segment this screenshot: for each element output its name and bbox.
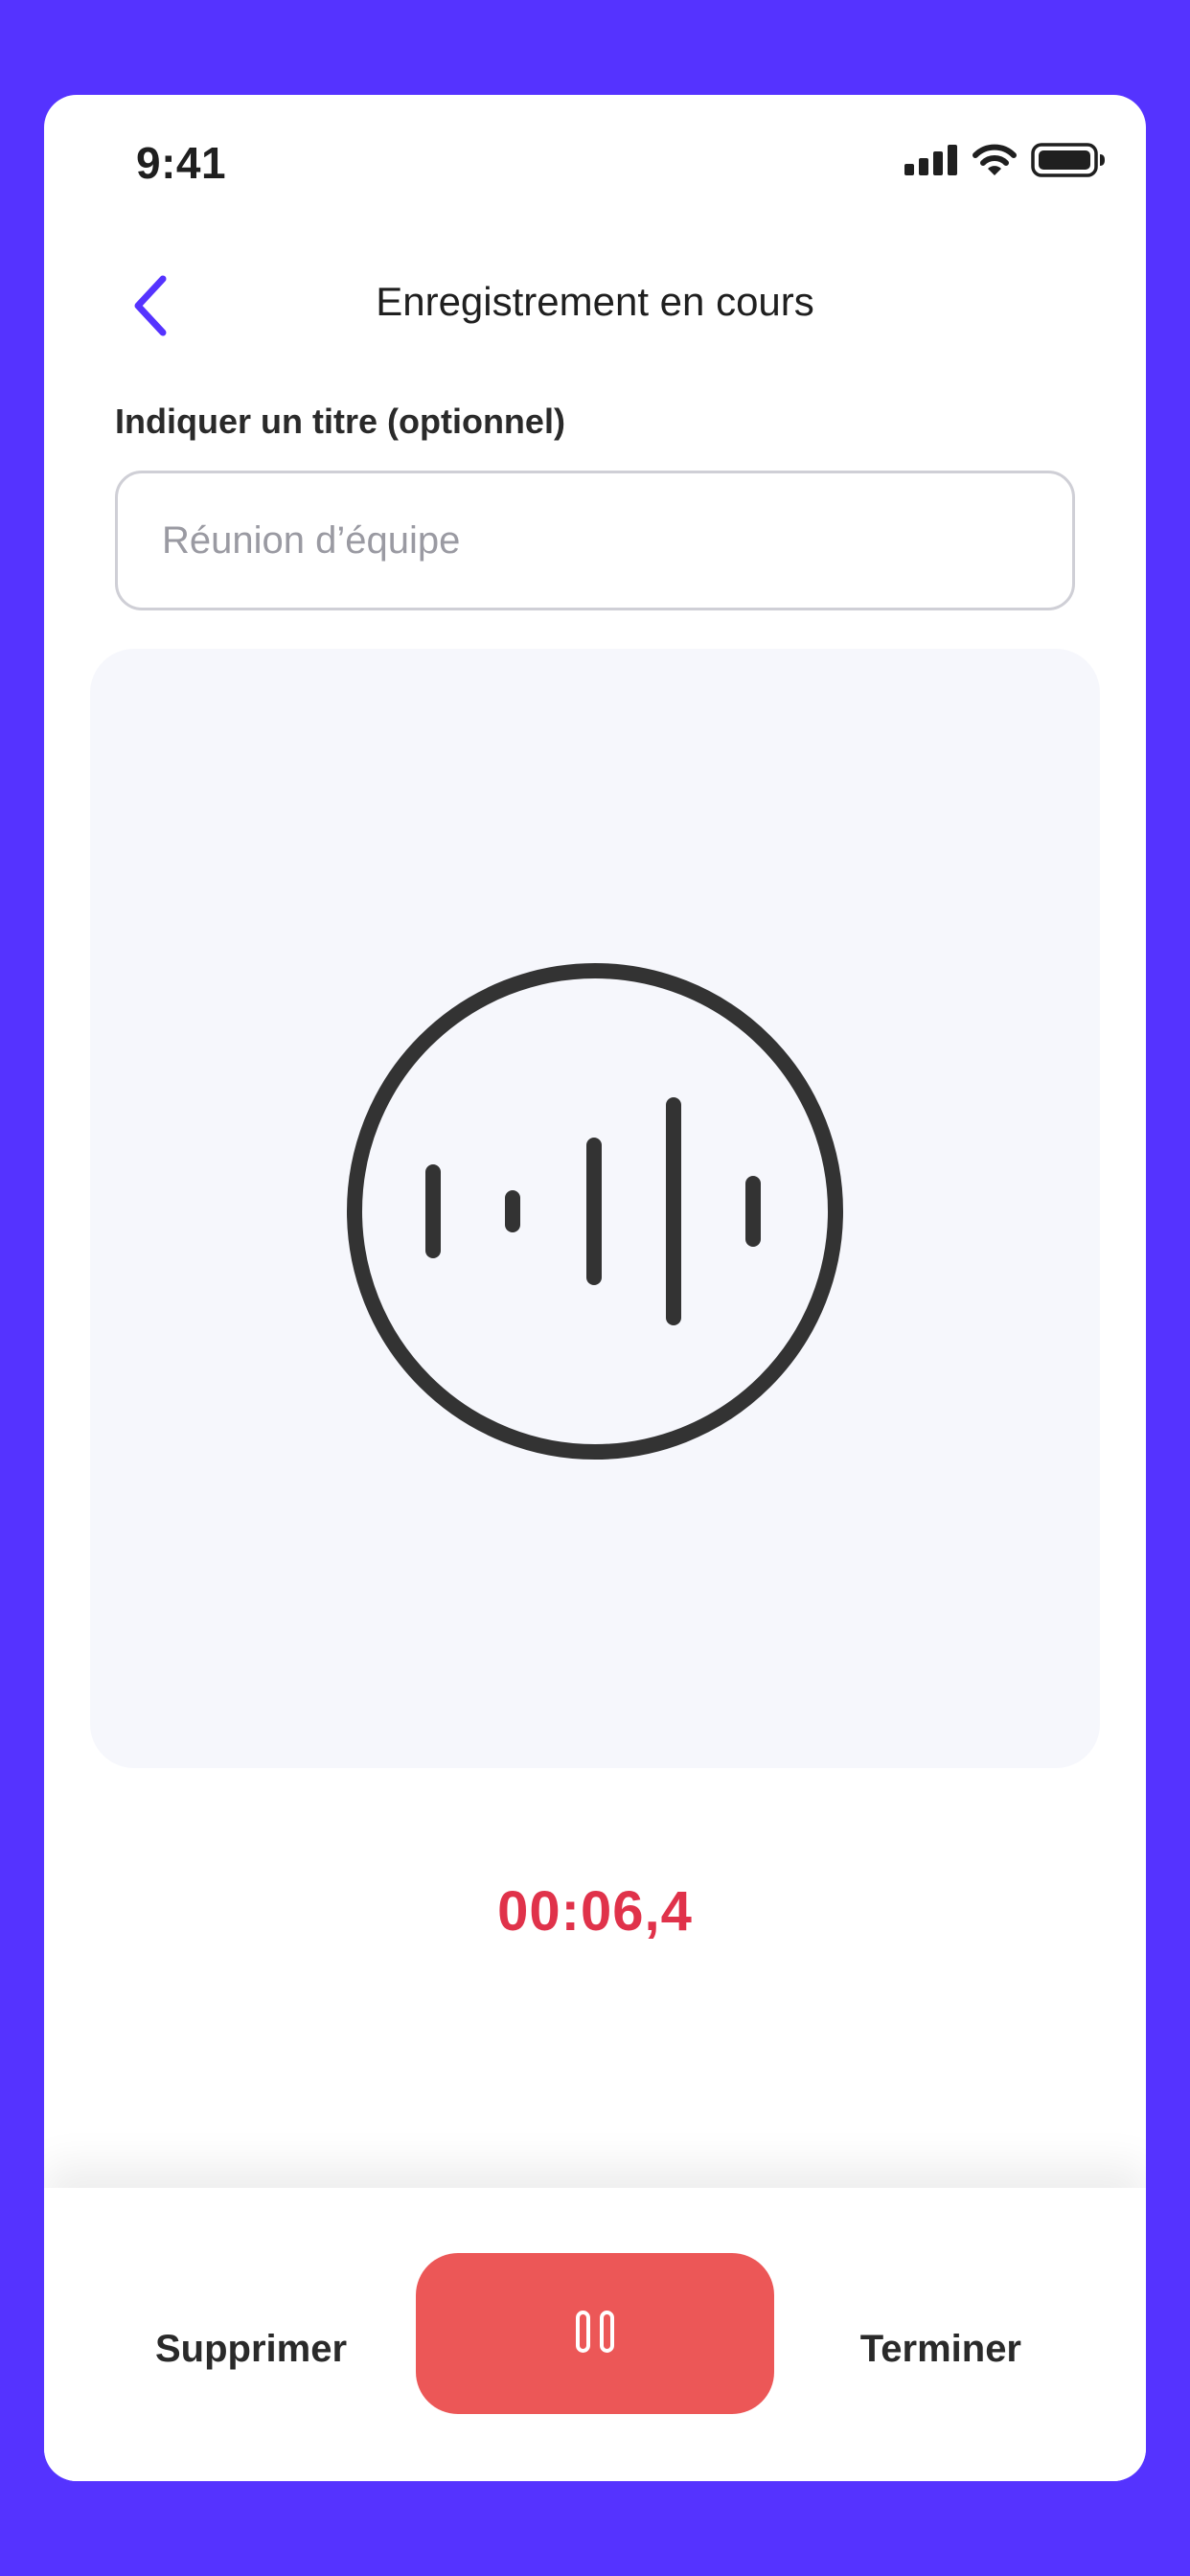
page-title: Enregistrement en cours	[376, 279, 814, 324]
battery-icon	[1031, 143, 1106, 182]
pause-icon	[574, 2310, 616, 2358]
pause-button[interactable]	[416, 2253, 774, 2414]
status-time: 9:41	[136, 138, 227, 188]
status-icons	[904, 143, 1106, 182]
delete-button[interactable]: Supprimer	[155, 2328, 347, 2371]
signal-icon	[904, 145, 958, 180]
waveform-panel	[90, 649, 1100, 1768]
wifi-icon	[972, 144, 1018, 181]
recording-timer: 00:06,4	[497, 1880, 693, 1943]
title-input[interactable]	[115, 471, 1075, 610]
app-screen: 9:41 Enregistrement en cours Indiquer un…	[44, 95, 1146, 2481]
title-field-label: Indiquer un titre (optionnel)	[115, 402, 565, 441]
finish-button[interactable]: Terminer	[860, 2328, 1021, 2371]
audio-waveform-circle-icon	[345, 961, 845, 1466]
bottom-action-bar: Supprimer Terminer	[44, 2188, 1146, 2481]
